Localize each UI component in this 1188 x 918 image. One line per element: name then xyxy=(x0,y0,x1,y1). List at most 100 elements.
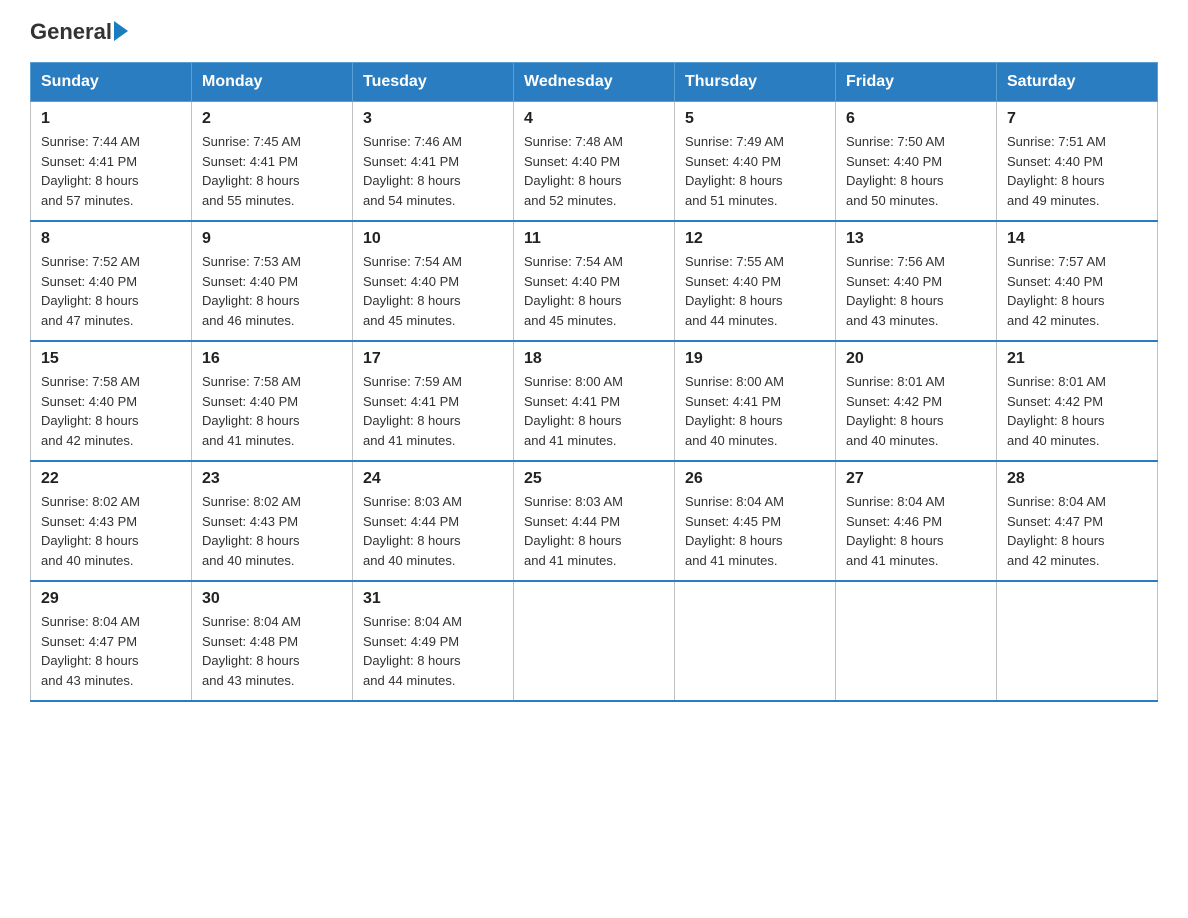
calendar-cell: 28 Sunrise: 8:04 AMSunset: 4:47 PMDaylig… xyxy=(997,461,1158,581)
day-info: Sunrise: 7:44 AMSunset: 4:41 PMDaylight:… xyxy=(41,132,181,210)
day-number: 8 xyxy=(41,230,181,248)
calendar-cell: 12 Sunrise: 7:55 AMSunset: 4:40 PMDaylig… xyxy=(675,221,836,341)
calendar-cell: 27 Sunrise: 8:04 AMSunset: 4:46 PMDaylig… xyxy=(836,461,997,581)
day-number: 11 xyxy=(524,230,664,248)
day-number: 29 xyxy=(41,590,181,608)
calendar-cell: 23 Sunrise: 8:02 AMSunset: 4:43 PMDaylig… xyxy=(192,461,353,581)
day-number: 6 xyxy=(846,110,986,128)
day-info: Sunrise: 7:59 AMSunset: 4:41 PMDaylight:… xyxy=(363,372,503,450)
day-info: Sunrise: 7:55 AMSunset: 4:40 PMDaylight:… xyxy=(685,252,825,330)
day-info: Sunrise: 7:58 AMSunset: 4:40 PMDaylight:… xyxy=(202,372,342,450)
day-number: 20 xyxy=(846,350,986,368)
day-info: Sunrise: 8:04 AMSunset: 4:46 PMDaylight:… xyxy=(846,492,986,570)
day-number: 4 xyxy=(524,110,664,128)
weekday-header-row: SundayMondayTuesdayWednesdayThursdayFrid… xyxy=(31,63,1158,102)
calendar-cell: 4 Sunrise: 7:48 AMSunset: 4:40 PMDayligh… xyxy=(514,102,675,222)
day-number: 19 xyxy=(685,350,825,368)
calendar-cell: 7 Sunrise: 7:51 AMSunset: 4:40 PMDayligh… xyxy=(997,102,1158,222)
calendar-cell: 22 Sunrise: 8:02 AMSunset: 4:43 PMDaylig… xyxy=(31,461,192,581)
day-info: Sunrise: 7:50 AMSunset: 4:40 PMDaylight:… xyxy=(846,132,986,210)
day-number: 3 xyxy=(363,110,503,128)
calendar-week-row: 1 Sunrise: 7:44 AMSunset: 4:41 PMDayligh… xyxy=(31,102,1158,222)
day-number: 31 xyxy=(363,590,503,608)
day-number: 18 xyxy=(524,350,664,368)
day-info: Sunrise: 8:04 AMSunset: 4:45 PMDaylight:… xyxy=(685,492,825,570)
day-number: 10 xyxy=(363,230,503,248)
day-number: 23 xyxy=(202,470,342,488)
calendar-cell: 16 Sunrise: 7:58 AMSunset: 4:40 PMDaylig… xyxy=(192,341,353,461)
day-info: Sunrise: 7:46 AMSunset: 4:41 PMDaylight:… xyxy=(363,132,503,210)
calendar-cell: 6 Sunrise: 7:50 AMSunset: 4:40 PMDayligh… xyxy=(836,102,997,222)
day-info: Sunrise: 7:45 AMSunset: 4:41 PMDaylight:… xyxy=(202,132,342,210)
calendar-cell: 29 Sunrise: 8:04 AMSunset: 4:47 PMDaylig… xyxy=(31,581,192,701)
calendar-cell: 19 Sunrise: 8:00 AMSunset: 4:41 PMDaylig… xyxy=(675,341,836,461)
calendar-cell: 20 Sunrise: 8:01 AMSunset: 4:42 PMDaylig… xyxy=(836,341,997,461)
day-info: Sunrise: 7:58 AMSunset: 4:40 PMDaylight:… xyxy=(41,372,181,450)
calendar-cell: 26 Sunrise: 8:04 AMSunset: 4:45 PMDaylig… xyxy=(675,461,836,581)
day-info: Sunrise: 7:56 AMSunset: 4:40 PMDaylight:… xyxy=(846,252,986,330)
day-number: 21 xyxy=(1007,350,1147,368)
weekday-header-saturday: Saturday xyxy=(997,63,1158,102)
calendar-cell: 15 Sunrise: 7:58 AMSunset: 4:40 PMDaylig… xyxy=(31,341,192,461)
day-number: 14 xyxy=(1007,230,1147,248)
day-info: Sunrise: 8:04 AMSunset: 4:47 PMDaylight:… xyxy=(41,612,181,690)
day-number: 27 xyxy=(846,470,986,488)
day-number: 15 xyxy=(41,350,181,368)
calendar-week-row: 29 Sunrise: 8:04 AMSunset: 4:47 PMDaylig… xyxy=(31,581,1158,701)
day-info: Sunrise: 7:54 AMSunset: 4:40 PMDaylight:… xyxy=(363,252,503,330)
calendar-table: SundayMondayTuesdayWednesdayThursdayFrid… xyxy=(30,62,1158,702)
page-header: General xyxy=(30,20,1158,44)
calendar-cell: 8 Sunrise: 7:52 AMSunset: 4:40 PMDayligh… xyxy=(31,221,192,341)
calendar-cell: 13 Sunrise: 7:56 AMSunset: 4:40 PMDaylig… xyxy=(836,221,997,341)
logo-part1: General xyxy=(30,20,128,44)
day-number: 24 xyxy=(363,470,503,488)
day-number: 30 xyxy=(202,590,342,608)
calendar-cell xyxy=(836,581,997,701)
day-info: Sunrise: 8:02 AMSunset: 4:43 PMDaylight:… xyxy=(41,492,181,570)
weekday-header-sunday: Sunday xyxy=(31,63,192,102)
day-number: 13 xyxy=(846,230,986,248)
calendar-cell: 14 Sunrise: 7:57 AMSunset: 4:40 PMDaylig… xyxy=(997,221,1158,341)
day-number: 1 xyxy=(41,110,181,128)
calendar-cell: 1 Sunrise: 7:44 AMSunset: 4:41 PMDayligh… xyxy=(31,102,192,222)
day-info: Sunrise: 7:49 AMSunset: 4:40 PMDaylight:… xyxy=(685,132,825,210)
day-info: Sunrise: 8:03 AMSunset: 4:44 PMDaylight:… xyxy=(524,492,664,570)
day-info: Sunrise: 8:04 AMSunset: 4:47 PMDaylight:… xyxy=(1007,492,1147,570)
weekday-header-monday: Monday xyxy=(192,63,353,102)
day-number: 22 xyxy=(41,470,181,488)
calendar-week-row: 8 Sunrise: 7:52 AMSunset: 4:40 PMDayligh… xyxy=(31,221,1158,341)
day-number: 12 xyxy=(685,230,825,248)
calendar-cell: 25 Sunrise: 8:03 AMSunset: 4:44 PMDaylig… xyxy=(514,461,675,581)
day-info: Sunrise: 8:03 AMSunset: 4:44 PMDaylight:… xyxy=(363,492,503,570)
day-info: Sunrise: 8:00 AMSunset: 4:41 PMDaylight:… xyxy=(685,372,825,450)
day-number: 7 xyxy=(1007,110,1147,128)
calendar-cell: 31 Sunrise: 8:04 AMSunset: 4:49 PMDaylig… xyxy=(353,581,514,701)
day-info: Sunrise: 7:57 AMSunset: 4:40 PMDaylight:… xyxy=(1007,252,1147,330)
calendar-cell xyxy=(675,581,836,701)
day-info: Sunrise: 7:48 AMSunset: 4:40 PMDaylight:… xyxy=(524,132,664,210)
day-number: 26 xyxy=(685,470,825,488)
day-info: Sunrise: 8:01 AMSunset: 4:42 PMDaylight:… xyxy=(1007,372,1147,450)
calendar-cell: 9 Sunrise: 7:53 AMSunset: 4:40 PMDayligh… xyxy=(192,221,353,341)
weekday-header-thursday: Thursday xyxy=(675,63,836,102)
day-info: Sunrise: 7:52 AMSunset: 4:40 PMDaylight:… xyxy=(41,252,181,330)
calendar-cell: 2 Sunrise: 7:45 AMSunset: 4:41 PMDayligh… xyxy=(192,102,353,222)
calendar-cell xyxy=(514,581,675,701)
day-number: 16 xyxy=(202,350,342,368)
calendar-cell: 10 Sunrise: 7:54 AMSunset: 4:40 PMDaylig… xyxy=(353,221,514,341)
calendar-cell: 3 Sunrise: 7:46 AMSunset: 4:41 PMDayligh… xyxy=(353,102,514,222)
calendar-cell: 17 Sunrise: 7:59 AMSunset: 4:41 PMDaylig… xyxy=(353,341,514,461)
calendar-cell: 30 Sunrise: 8:04 AMSunset: 4:48 PMDaylig… xyxy=(192,581,353,701)
day-number: 25 xyxy=(524,470,664,488)
day-info: Sunrise: 7:53 AMSunset: 4:40 PMDaylight:… xyxy=(202,252,342,330)
day-info: Sunrise: 7:54 AMSunset: 4:40 PMDaylight:… xyxy=(524,252,664,330)
calendar-cell: 11 Sunrise: 7:54 AMSunset: 4:40 PMDaylig… xyxy=(514,221,675,341)
day-info: Sunrise: 8:04 AMSunset: 4:48 PMDaylight:… xyxy=(202,612,342,690)
day-info: Sunrise: 7:51 AMSunset: 4:40 PMDaylight:… xyxy=(1007,132,1147,210)
weekday-header-tuesday: Tuesday xyxy=(353,63,514,102)
weekday-header-wednesday: Wednesday xyxy=(514,63,675,102)
day-info: Sunrise: 8:04 AMSunset: 4:49 PMDaylight:… xyxy=(363,612,503,690)
calendar-cell: 24 Sunrise: 8:03 AMSunset: 4:44 PMDaylig… xyxy=(353,461,514,581)
logo: General xyxy=(30,20,128,44)
day-number: 17 xyxy=(363,350,503,368)
